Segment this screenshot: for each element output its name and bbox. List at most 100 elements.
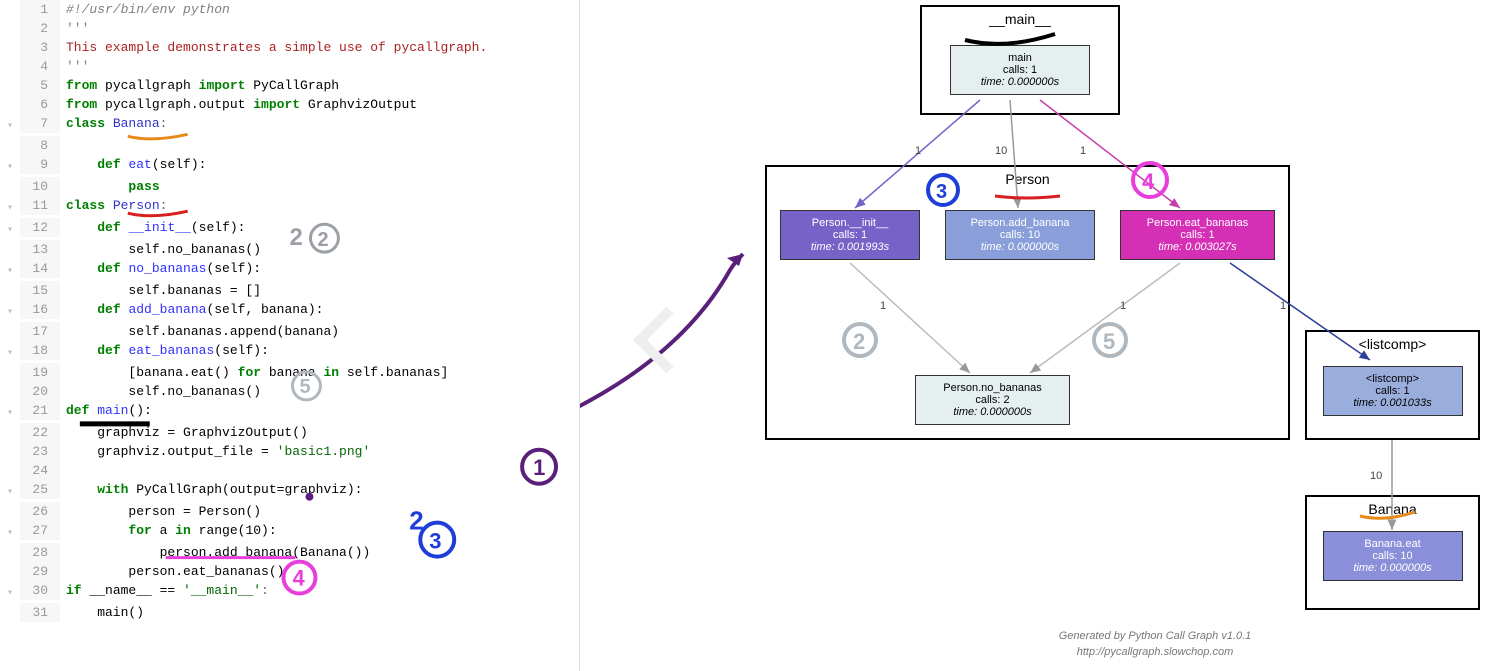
fold-gutter[interactable]: ▾ [0,196,20,218]
source-text[interactable]: person = Person() [60,502,261,521]
fold-gutter [0,57,20,60]
code-line[interactable]: ▾30if __name__ == '__main__': [0,581,579,603]
fold-gutter[interactable]: ▾ [0,218,20,240]
line-number: 13 [20,240,60,259]
code-editor[interactable]: 1#!/usr/bin/env python2'''3This example … [0,0,580,671]
edge-main-add: 10 [995,145,1007,157]
code-line[interactable]: 24 [0,461,579,480]
code-line[interactable]: 3This example demonstrates a simple use … [0,38,579,57]
code-line[interactable]: ▾11class Person: [0,196,579,218]
source-text[interactable]: def main(): [60,401,152,420]
fold-gutter[interactable]: ▾ [0,155,20,177]
code-line[interactable]: 28 person.add_banana(Banana()) [0,543,579,562]
edge-list-ban: 10 [1370,470,1382,482]
line-number: 19 [20,363,60,382]
source-text[interactable]: ''' [60,57,89,76]
code-line[interactable]: 15 self.bananas = [] [0,281,579,300]
fold-gutter [0,502,20,505]
source-text[interactable]: This example demonstrates a simple use o… [60,38,487,57]
node-person-init: Person.__init__ calls: 1 time: 0.001993s [780,210,920,260]
code-line[interactable]: 22 graphviz = GraphvizOutput() [0,423,579,442]
source-text[interactable]: from pycallgraph import PyCallGraph [60,76,339,95]
code-line[interactable]: ▾16 def add_banana(self, banana): [0,300,579,322]
source-text[interactable]: self.no_bananas() [60,382,261,401]
code-line[interactable]: 13 self.no_bananas() [0,240,579,259]
source-text[interactable]: ''' [60,19,89,38]
source-text[interactable]: person.eat_bananas() [60,562,284,581]
line-number: 24 [20,461,60,480]
code-line[interactable]: ▾12 def __init__(self): [0,218,579,240]
source-text[interactable]: self.bananas = [] [60,281,261,300]
line-number: 1 [20,0,60,19]
source-text[interactable]: from pycallgraph.output import GraphvizO… [60,95,417,114]
footer-line2: http://pycallgraph.slowchop.com [980,646,1330,658]
code-line[interactable]: 5from pycallgraph import PyCallGraph [0,76,579,95]
line-number: 20 [20,382,60,401]
code-line[interactable]: ▾14 def no_bananas(self): [0,259,579,281]
source-text[interactable]: for a in range(10): [60,521,277,540]
code-line[interactable]: 31 main() [0,603,579,622]
source-text[interactable]: def eat_bananas(self): [60,341,269,360]
code-line[interactable]: 8 [0,136,579,155]
code-line[interactable]: 2''' [0,19,579,38]
code-line[interactable]: 19 [banana.eat() for banana in self.bana… [0,363,579,382]
source-text[interactable]: class Person: [60,196,167,215]
fold-gutter[interactable]: ▾ [0,259,20,281]
node-main-title: main [957,52,1083,64]
code-line[interactable]: ▾25 with PyCallGraph(output=graphviz): [0,480,579,502]
source-text[interactable]: with PyCallGraph(output=graphviz): [60,480,362,499]
line-number: 14 [20,259,60,278]
fold-gutter [0,0,20,3]
edge-init-no: 1 [880,300,886,312]
fold-gutter[interactable]: ▾ [0,480,20,502]
fold-gutter[interactable]: ▾ [0,521,20,543]
fold-gutter[interactable]: ▾ [0,114,20,136]
code-line[interactable]: ▾21def main(): [0,401,579,423]
fold-gutter [0,240,20,243]
fold-gutter [0,442,20,445]
fold-gutter [0,76,20,79]
fold-gutter[interactable]: ▾ [0,581,20,603]
source-text[interactable]: class Banana: [60,114,167,133]
source-text[interactable]: self.bananas.append(banana) [60,322,339,341]
fold-gutter [0,136,20,139]
code-line[interactable]: 1#!/usr/bin/env python [0,0,579,19]
source-text[interactable]: [banana.eat() for banana in self.bananas… [60,363,448,382]
code-line[interactable]: 26 person = Person() [0,502,579,521]
code-line[interactable]: ▾27 for a in range(10): [0,521,579,543]
node-person-eat: Person.eat_bananas calls: 1 time: 0.0030… [1120,210,1275,260]
code-line[interactable]: 23 graphviz.output_file = 'basic1.png' [0,442,579,461]
source-text[interactable]: def __init__(self): [60,218,245,237]
source-text[interactable]: def add_banana(self, banana): [60,300,323,319]
code-line[interactable]: ▾7class Banana: [0,114,579,136]
source-text[interactable]: main() [60,603,144,622]
code-line[interactable]: 20 self.no_bananas() [0,382,579,401]
code-line[interactable]: ▾18 def eat_bananas(self): [0,341,579,363]
source-text[interactable]: def no_bananas(self): [60,259,261,278]
line-number: 5 [20,76,60,95]
line-number: 30 [20,581,60,600]
source-text[interactable]: graphviz = GraphvizOutput() [60,423,308,442]
fold-gutter[interactable]: ▾ [0,300,20,322]
line-number: 12 [20,218,60,237]
fold-gutter[interactable]: ▾ [0,401,20,423]
source-text[interactable]: graphviz.output_file = 'basic1.png' [60,442,370,461]
source-text[interactable]: if __name__ == '__main__': [60,581,269,600]
code-line[interactable]: 29 person.eat_bananas() [0,562,579,581]
fold-gutter[interactable]: ▾ [0,341,20,363]
source-text[interactable]: pass [60,177,160,196]
source-text[interactable]: def eat(self): [60,155,206,174]
code-line[interactable]: ▾9 def eat(self): [0,155,579,177]
source-text[interactable]: self.no_bananas() [60,240,261,259]
code-line[interactable]: 17 self.bananas.append(banana) [0,322,579,341]
source-text[interactable]: #!/usr/bin/env python [60,0,230,19]
code-line[interactable]: 4''' [0,57,579,76]
code-line[interactable]: 6from pycallgraph.output import Graphviz… [0,95,579,114]
cluster-main: __main__ main calls: 1 time: 0.000000s [920,5,1120,115]
edge-main-init: 1 [915,145,921,157]
line-number: 27 [20,521,60,540]
fold-gutter [0,382,20,385]
source-text[interactable]: person.add_banana(Banana()) [60,543,370,562]
line-number: 23 [20,442,60,461]
code-line[interactable]: 10 pass [0,177,579,196]
